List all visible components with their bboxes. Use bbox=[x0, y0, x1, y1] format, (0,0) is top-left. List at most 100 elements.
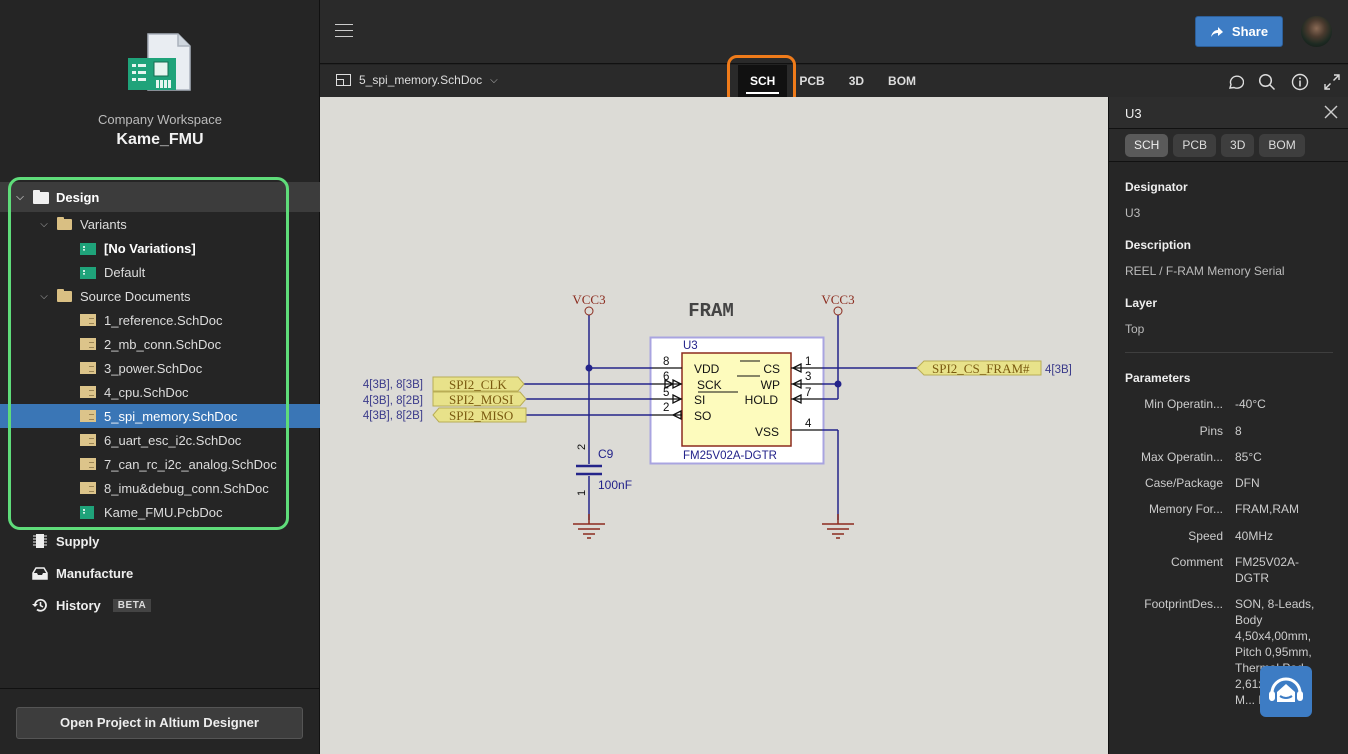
nav-label: Supply bbox=[56, 533, 100, 549]
sidebar-footer: Open Project in Altium Designer bbox=[0, 688, 320, 754]
tree-item-source-documents[interactable]: ⌵ Source Documents bbox=[0, 284, 320, 308]
project-tree: ⌵ Design ⌵ Variants [No Variations] Defa… bbox=[0, 182, 320, 524]
net-label-spi2-cs-fram[interactable]: SPI2_CS_FRAM# bbox=[916, 360, 1042, 376]
tree-item-document[interactable]: 6_uart_esc_i2c.SchDoc bbox=[0, 428, 320, 452]
schematic-doc-icon bbox=[80, 338, 96, 350]
pcb-variant-icon bbox=[80, 243, 96, 255]
panel-tab-sch[interactable]: SCH bbox=[1125, 134, 1169, 157]
parameters-label: Parameters bbox=[1125, 371, 1191, 385]
schematic-doc-icon bbox=[80, 482, 96, 494]
tab-sch[interactable]: SCH bbox=[738, 65, 788, 97]
tree-item-variant[interactable]: [No Variations] bbox=[0, 236, 320, 260]
tree-item-label: 4_cpu.SchDoc bbox=[104, 384, 189, 400]
tree-item-label: 2_mb_conn.SchDoc bbox=[104, 336, 222, 352]
document-toolbar: 5_spi_memory.SchDoc ⌵ SCH PCB 3D BOM bbox=[320, 65, 1348, 97]
schematic-doc-icon bbox=[80, 410, 96, 422]
component-designator: U3 bbox=[683, 340, 698, 352]
layer-value: Top bbox=[1125, 322, 1145, 336]
nav-manufacture[interactable]: Manufacture bbox=[32, 565, 133, 581]
tree-item-variant[interactable]: Default bbox=[0, 260, 320, 284]
share-button[interactable]: Share bbox=[1195, 16, 1283, 47]
panel-tab-pcb[interactable]: PCB bbox=[1173, 134, 1217, 157]
power-port-label: VCC3 bbox=[572, 292, 605, 307]
capacitor-c9[interactable]: C9 100nF 2 1 bbox=[576, 444, 632, 496]
pin-number: 2 bbox=[663, 402, 669, 414]
tree-item-document[interactable]: 2_mb_conn.SchDoc bbox=[0, 332, 320, 356]
power-port-label: VCC3 bbox=[821, 292, 854, 307]
pin-number: 1 bbox=[805, 356, 811, 368]
document-selector[interactable]: 5_spi_memory.SchDoc ⌵ bbox=[336, 73, 498, 87]
search-icon[interactable] bbox=[1258, 73, 1276, 91]
net-label-spi2-mosi[interactable]: SPI2_MOSI bbox=[432, 391, 527, 407]
schematic-drawing: FRAM U3 FM25V02A-DGTR VDD SCK SI SO CS W… bbox=[363, 292, 1072, 539]
net-label-spi2-miso[interactable]: SPI2_MISO bbox=[432, 407, 527, 423]
project-logo-icon bbox=[128, 33, 191, 91]
schematic-canvas[interactable]: FRAM U3 FM25V02A-DGTR VDD SCK SI SO CS W… bbox=[320, 97, 1108, 754]
pin-number: 2 bbox=[576, 444, 588, 450]
pin-number: 8 bbox=[663, 356, 669, 368]
pin-number: 7 bbox=[805, 387, 811, 399]
chip-icon bbox=[32, 533, 48, 549]
chevron-down-icon[interactable]: ⌵ bbox=[14, 192, 26, 203]
folder-icon bbox=[57, 289, 72, 302]
pin-number: 4 bbox=[805, 418, 812, 430]
nav-history[interactable]: History BETA bbox=[32, 597, 152, 613]
comment-icon[interactable] bbox=[1226, 73, 1244, 91]
share-arrow-icon bbox=[1210, 26, 1223, 37]
net-label-spi2-clk[interactable]: SPI2_CLK bbox=[432, 376, 525, 392]
chevron-down-icon[interactable]: ⌵ bbox=[38, 291, 50, 302]
tab-pcb[interactable]: PCB bbox=[787, 65, 836, 97]
tree-item-label: Kame_FMU.PcbDoc bbox=[104, 504, 223, 520]
panel-tab-bom[interactable]: BOM bbox=[1259, 134, 1305, 157]
tree-item-document[interactable]: 1_reference.SchDoc bbox=[0, 308, 320, 332]
schematic-doc-icon bbox=[80, 434, 96, 446]
user-avatar[interactable] bbox=[1301, 16, 1332, 47]
tab-bom[interactable]: BOM bbox=[876, 65, 928, 97]
tree-item-document[interactable]: 8_imu&debug_conn.SchDoc bbox=[0, 476, 320, 500]
pin-name: HOLD bbox=[745, 393, 779, 407]
parameter-key: Pins bbox=[1199, 424, 1223, 438]
description-value: REEL / F-RAM Memory Serial bbox=[1125, 264, 1285, 278]
tree-item-design[interactable]: ⌵ Design bbox=[0, 182, 320, 212]
tab-3d[interactable]: 3D bbox=[837, 65, 876, 97]
info-icon[interactable] bbox=[1291, 73, 1309, 91]
tree-item-variants[interactable]: ⌵ Variants bbox=[0, 212, 320, 236]
hamburger-menu-icon[interactable] bbox=[335, 24, 353, 38]
project-name: Kame_FMU bbox=[116, 131, 204, 148]
pin-name: VSS bbox=[755, 425, 779, 439]
designator-label: Designator bbox=[1125, 180, 1188, 194]
support-chat-button[interactable] bbox=[1260, 666, 1312, 717]
tree-item-document[interactable]: 7_can_rc_i2c_analog.SchDoc bbox=[0, 452, 320, 476]
expand-fullscreen-icon[interactable] bbox=[1323, 73, 1341, 91]
tree-item-document[interactable]: 4_cpu.SchDoc bbox=[0, 380, 320, 404]
app-window: Company Workspace Kame_FMU ⌵ Design ⌵ Va… bbox=[0, 0, 1348, 754]
cross-sheet-reference[interactable]: 4[3B], 8[3B] bbox=[363, 379, 423, 391]
power-port-vcc3[interactable]: VCC3 bbox=[821, 292, 855, 316]
close-icon[interactable] bbox=[1322, 103, 1340, 121]
net-label-text: SPI2_CS_FRAM# bbox=[932, 361, 1030, 376]
power-port-vcc3[interactable]: VCC3 bbox=[572, 292, 606, 316]
folder-icon bbox=[57, 217, 72, 230]
parameter-row: Speed 40MHz bbox=[1125, 528, 1335, 544]
parameter-value: FM25V02A-DGTR bbox=[1235, 555, 1300, 585]
capacitor-designator: C9 bbox=[598, 447, 614, 461]
share-label: Share bbox=[1231, 24, 1269, 39]
nav-supply[interactable]: Supply bbox=[32, 533, 99, 549]
chevron-down-icon[interactable]: ⌵ bbox=[38, 219, 50, 230]
chevron-down-icon: ⌵ bbox=[490, 74, 498, 86]
tree-item-document-selected[interactable]: 5_spi_memory.SchDoc bbox=[0, 404, 320, 428]
cross-sheet-reference[interactable]: 4[3B], 8[2B] bbox=[363, 410, 423, 422]
panel-tab-3d[interactable]: 3D bbox=[1221, 134, 1255, 157]
tree-item-document[interactable]: 3_power.SchDoc bbox=[0, 356, 320, 380]
parameter-value: 40MHz bbox=[1235, 529, 1274, 543]
cross-sheet-reference[interactable]: 4[3B], 8[2B] bbox=[363, 395, 423, 407]
tree-item-pcb-document[interactable]: Kame_FMU.PcbDoc bbox=[0, 500, 320, 524]
pin-number: 1 bbox=[576, 490, 588, 496]
pin-name: SCK bbox=[697, 378, 722, 392]
parameter-key: Speed bbox=[1188, 529, 1223, 543]
parameter-key: Memory For... bbox=[1148, 502, 1223, 516]
parameter-row: Comment FM25V02A-DGTR bbox=[1125, 554, 1335, 586]
cross-sheet-reference[interactable]: 4[3B] bbox=[1045, 364, 1072, 376]
open-in-altium-button[interactable]: Open Project in Altium Designer bbox=[16, 707, 303, 739]
pin-name: SI bbox=[694, 393, 705, 407]
